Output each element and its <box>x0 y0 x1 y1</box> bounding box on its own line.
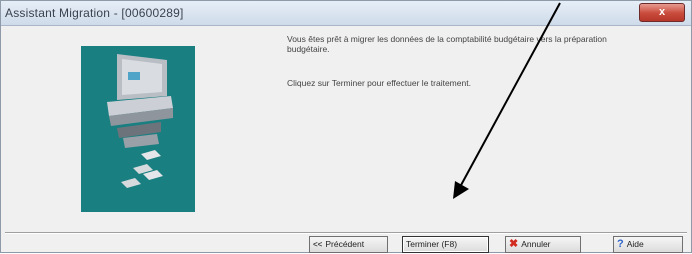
button-separator <box>5 232 687 234</box>
previous-label: Précédent <box>325 239 365 249</box>
finish-label: Terminer <box>406 239 440 249</box>
previous-button[interactable]: << Précédent <box>309 236 388 253</box>
message-ready: Vous êtes prêt à migrer les données de l… <box>287 34 607 54</box>
help-button[interactable]: ? Aide <box>613 236 683 253</box>
cancel-icon: ✖ <box>509 238 519 250</box>
close-icon: x <box>658 6 666 18</box>
title-bar[interactable]: Assistant Migration - [00600289] x <box>1 1 691 26</box>
cancel-button[interactable]: ✖ Annuler <box>505 236 581 253</box>
window-title: Assistant Migration - [00600289] <box>5 6 184 20</box>
help-icon: ? <box>617 238 624 250</box>
close-button[interactable]: x <box>639 3 685 22</box>
wizard-illustration <box>81 46 195 212</box>
finish-shortcut: (F8) <box>441 239 458 249</box>
computer-icon <box>107 54 173 188</box>
cancel-label: Annuler <box>521 239 551 249</box>
dialog-body: Vous êtes prêt à migrer les données de l… <box>5 26 687 253</box>
previous-icon: << <box>313 240 323 249</box>
help-label: Aide <box>626 239 644 249</box>
message-instruction: Cliquez sur Terminer pour effectuer le t… <box>287 78 471 88</box>
finish-button[interactable]: Terminer (F8) <box>402 236 489 253</box>
migration-dialog: Assistant Migration - [00600289] x Vous … <box>0 0 692 253</box>
